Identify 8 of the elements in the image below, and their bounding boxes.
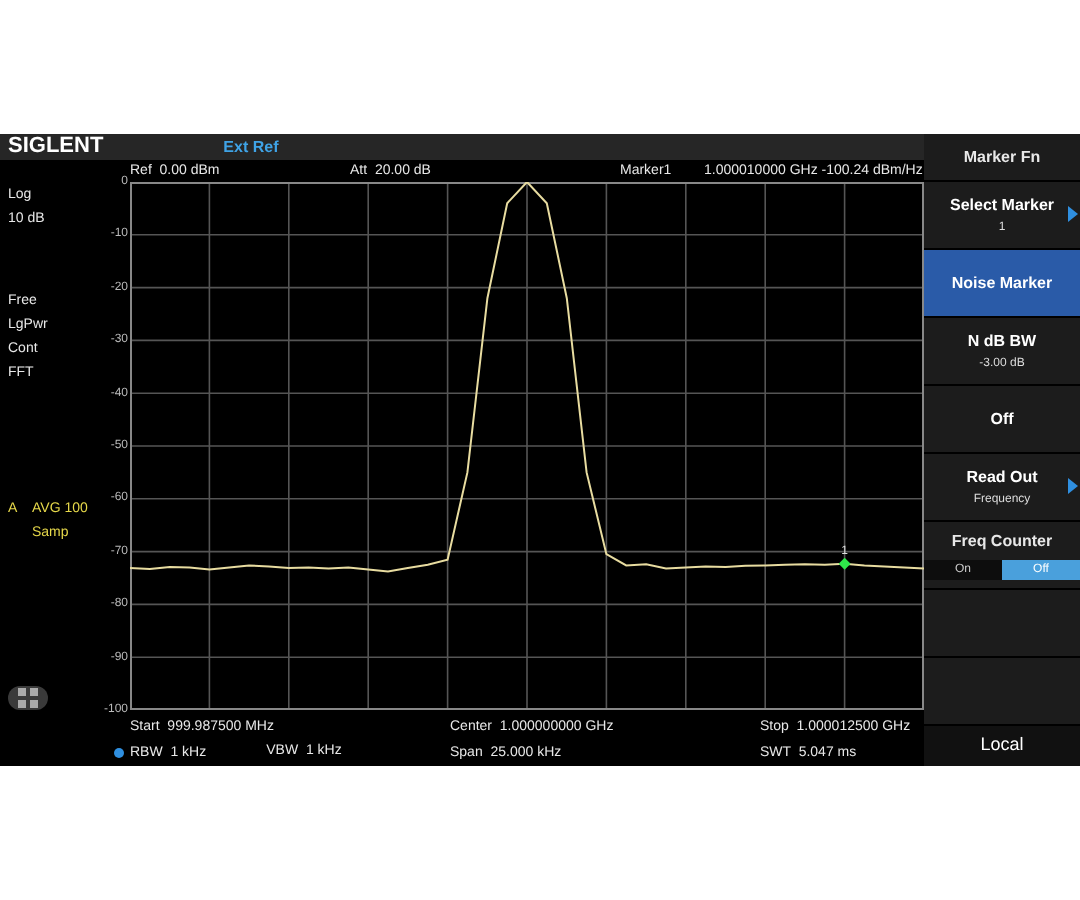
local-status: Local bbox=[980, 732, 1024, 759]
menu-title: Marker Fn bbox=[963, 145, 1041, 169]
reference-status: Ext Ref bbox=[223, 139, 279, 155]
softkey-label: Freq Counter bbox=[951, 534, 1053, 550]
softkey[interactable]: Noise Marker bbox=[924, 250, 1080, 318]
marker-diamond-icon bbox=[838, 557, 851, 570]
brand-logo: SIGLENT bbox=[8, 136, 104, 158]
grid-menu-icon[interactable] bbox=[8, 686, 48, 710]
